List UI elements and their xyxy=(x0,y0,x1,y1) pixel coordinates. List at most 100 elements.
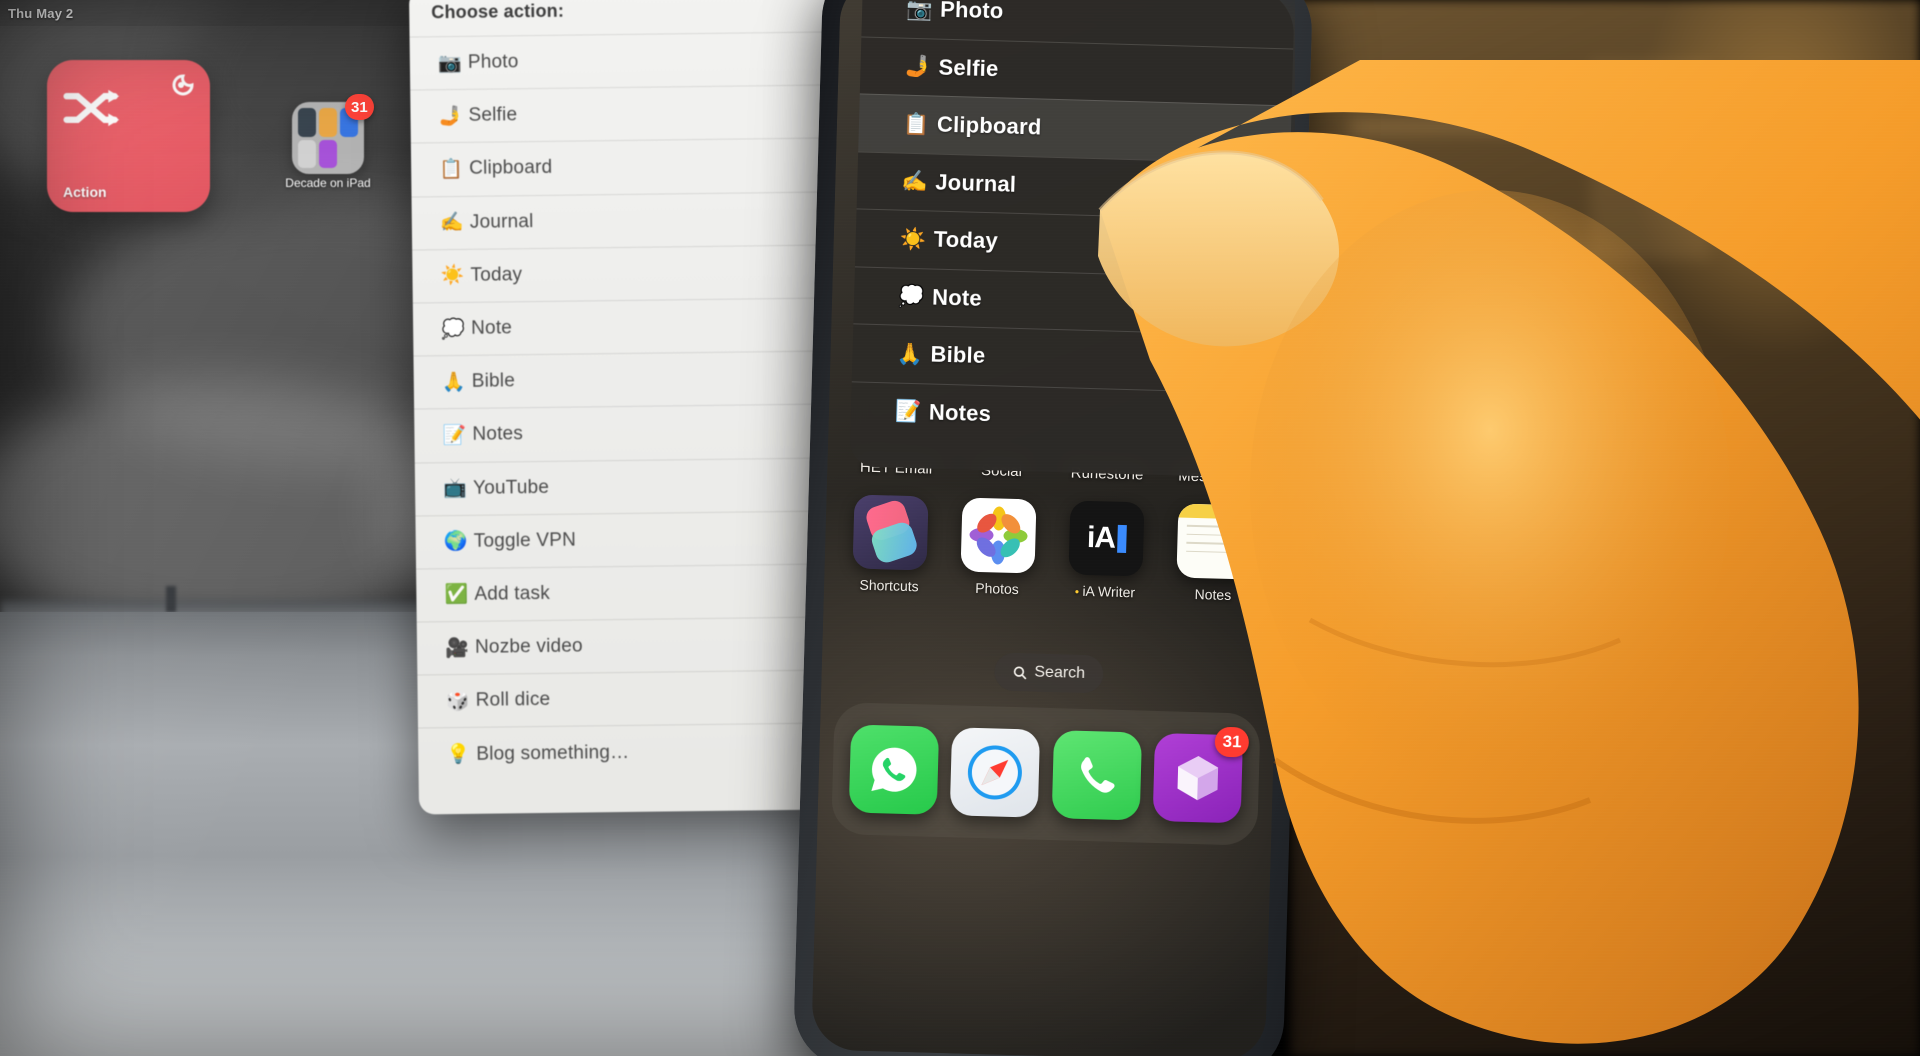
mac-action-row[interactable]: 📷 Photo xyxy=(409,31,827,90)
writing-hand-icon: ✍️ xyxy=(439,211,464,234)
search-pill[interactable]: Search xyxy=(993,652,1104,694)
folder-mini-icon xyxy=(298,108,316,137)
clipboard-icon: 📋 xyxy=(439,157,463,181)
mac-action-label: Roll dice xyxy=(475,689,551,712)
mac-action-label: Today xyxy=(470,264,523,286)
selfie-icon: 🤳 xyxy=(904,53,932,79)
desktop-folder-label: Decade on iPad xyxy=(285,176,371,190)
mac-action-row[interactable]: 📺 YouTube xyxy=(414,456,832,516)
folder-badge: 31 xyxy=(345,94,374,120)
mac-action-row[interactable]: 🤳 Selfie xyxy=(410,84,827,143)
television-icon: 📺 xyxy=(442,476,467,500)
home-app-notes[interactable]: Notes xyxy=(1161,503,1267,646)
home-app-label: Notes xyxy=(1194,586,1231,603)
ios-action-list: 📷 Photo 🤳 Selfie 📋 Clipboard ✍️ Journal ☀️ Today 💭… xyxy=(850,0,1295,452)
mac-action-list: 📷 Photo 🤳 Selfie 📋 Clipboard ✍️ Journal ☀️ Today 💭… xyxy=(409,31,835,782)
mac-action-row[interactable]: 💭 Note xyxy=(412,297,830,356)
light-bulb-icon: 💡 xyxy=(446,742,471,766)
mac-action-label: Blog something… xyxy=(476,741,630,765)
mac-action-label: Note xyxy=(470,317,513,339)
ia-writer-app-icon: iA xyxy=(1068,500,1145,577)
mac-action-row[interactable]: 🎥 Nozbe video xyxy=(416,616,834,675)
mac-action-row[interactable]: 🎲 Roll dice xyxy=(417,669,834,728)
movie-camera-icon: 🎥 xyxy=(444,636,469,659)
action-widget-label: Action xyxy=(63,184,107,200)
iphone-dock: 31 xyxy=(831,701,1261,846)
home-app-label: • iA Writer xyxy=(1075,582,1136,601)
mac-choose-action-popup[interactable]: Choose action: 📷 Photo 🤳 Selfie 📋 Clipboard ✍️… xyxy=(408,0,836,815)
dock-app-whatsapp[interactable] xyxy=(848,724,939,815)
check-mark-icon: ✅ xyxy=(444,583,469,606)
shortcuts-app-icon xyxy=(852,494,929,571)
photos-app-icon xyxy=(960,497,1037,574)
search-icon xyxy=(1013,666,1027,679)
thought-balloon-icon: 💭 xyxy=(440,317,465,340)
safari-icon xyxy=(949,727,1041,818)
mac-action-row[interactable]: 💡 Blog something… xyxy=(418,722,835,782)
folder-mini-icon xyxy=(298,139,316,168)
writing-hand-icon: ✍️ xyxy=(901,168,928,194)
dock-badge: 31 xyxy=(1214,726,1250,758)
whatsapp-icon xyxy=(848,724,939,815)
mac-popup-title: Choose action: xyxy=(431,0,565,23)
ios-action-label: Selfie xyxy=(938,54,999,82)
mac-action-row[interactable]: 📋 Clipboard xyxy=(410,137,828,197)
home-app-shortcuts[interactable]: Shortcuts xyxy=(837,494,943,637)
memo-icon: 📝 xyxy=(894,398,922,424)
mac-action-row[interactable]: ✍️ Journal xyxy=(411,191,829,250)
mac-action-label: Clipboard xyxy=(469,157,553,180)
home-app-label-text: Shortcuts xyxy=(859,576,919,595)
praying-hands-icon: 🙏 xyxy=(441,370,466,393)
mac-action-row[interactable]: 📝 Notes xyxy=(414,403,831,463)
mac-action-label: Bible xyxy=(471,370,516,393)
mac-action-row[interactable]: ☀️ Today xyxy=(412,244,829,303)
mac-action-label: Add task xyxy=(474,582,551,605)
dock-app-nozbe[interactable]: 31 xyxy=(1152,726,1250,824)
ios-action-label: Notes xyxy=(928,399,992,426)
mac-action-label: YouTube xyxy=(472,476,550,499)
dock-app-safari[interactable] xyxy=(949,727,1041,818)
notes-app-icon xyxy=(1176,503,1253,580)
ios-action-row[interactable]: 📝 Notes xyxy=(850,380,1295,452)
ios-choose-action-popup[interactable]: Choose action: 📷Photo🤳Selfie📋Clipboard✍️… xyxy=(849,0,1295,480)
folder-mini-icon xyxy=(319,108,337,137)
mac-action-label: Photo xyxy=(467,51,519,73)
camera-icon: 📷 xyxy=(905,0,933,22)
action-widget[interactable]: Action xyxy=(47,60,210,212)
ios-action-label: Photo xyxy=(939,0,1004,24)
mac-action-row[interactable]: 🙏 Bible xyxy=(413,350,831,409)
camera-icon: 📷 xyxy=(437,51,462,74)
ios-action-label: Bible xyxy=(930,341,986,369)
mac-action-row[interactable]: ✅ Add task xyxy=(416,563,833,622)
ios-action-label: Note xyxy=(931,284,983,311)
shuffle-icon xyxy=(63,89,120,127)
sun-icon: ☀️ xyxy=(440,264,465,287)
mac-action-label: Selfie xyxy=(468,104,518,127)
clipboard-icon: 📋 xyxy=(902,111,930,137)
thought-balloon-icon: 💭 xyxy=(897,283,925,309)
dock-app-phone[interactable] xyxy=(1051,730,1142,821)
room-background xyxy=(1290,0,1920,1056)
home-app-label: Photos xyxy=(975,580,1019,597)
home-app-ia-writer[interactable]: iA • iA Writer xyxy=(1053,500,1159,643)
mac-action-label: Toggle VPN xyxy=(473,529,577,552)
folder-mini-icon xyxy=(319,139,337,168)
home-app-label: Shortcuts xyxy=(859,577,919,595)
ios-action-label: Clipboard xyxy=(936,111,1042,140)
home-app-photos[interactable]: Photos xyxy=(945,497,1051,640)
home-app-label-text: iA Writer xyxy=(1082,582,1136,601)
iphone-device: HEY Email Social Runestone Messages Shortcu… xyxy=(792,0,1314,1056)
selfie-icon: 🤳 xyxy=(438,104,463,128)
globe-icon: 🌍 xyxy=(443,530,468,553)
iphone-screen: HEY Email Social Runestone Messages Shortcu… xyxy=(811,0,1295,1056)
photo-scene: Thu May 2 Action 31 Decade on iPad Choos… xyxy=(0,0,1920,1056)
ios-action-label: Journal xyxy=(935,169,1017,197)
moon-icon xyxy=(172,74,194,96)
mac-action-row[interactable]: 🌍 Toggle VPN xyxy=(415,510,833,569)
home-app-row: Shortcuts Photos iA • iA Writer Notes xyxy=(823,494,1281,647)
mac-action-label: Nozbe video xyxy=(474,635,583,658)
mac-action-label: Journal xyxy=(469,210,534,233)
memo-icon: 📝 xyxy=(442,423,467,447)
praying-hands-icon: 🙏 xyxy=(896,341,924,367)
search-label: Search xyxy=(1034,663,1086,682)
